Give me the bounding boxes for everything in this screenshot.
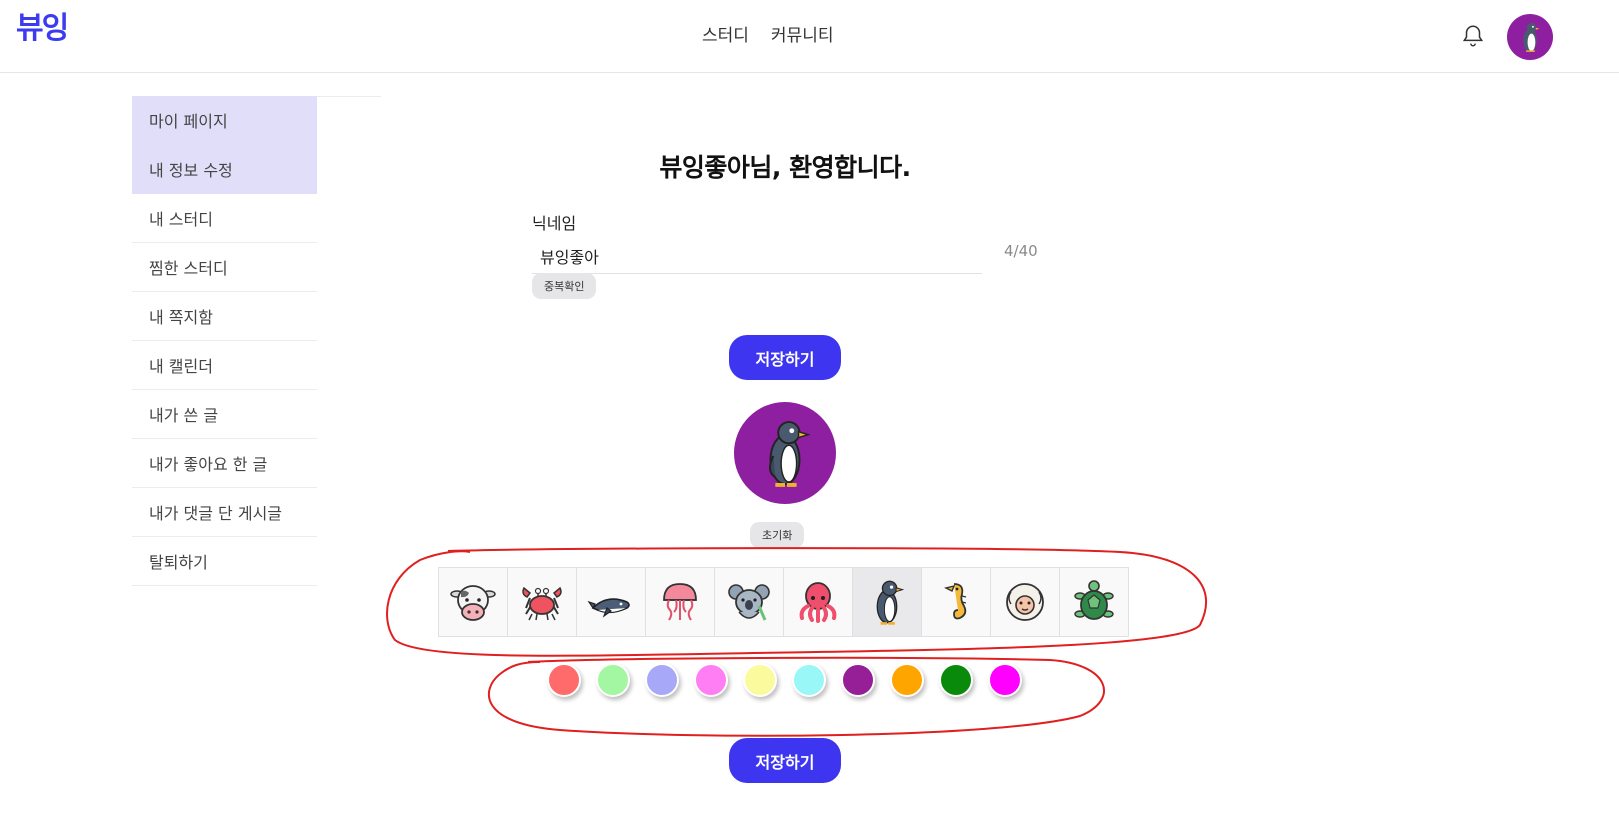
animal-option-crab[interactable] <box>508 568 577 637</box>
main-nav: 스터디 커뮤니티 <box>702 24 833 48</box>
sidebar-item-my-page[interactable]: 마이 페이지 <box>132 96 317 145</box>
color-swatch[interactable] <box>645 663 679 697</box>
color-swatch[interactable] <box>841 663 875 697</box>
sidebar-item-label: 마이 페이지 <box>149 112 228 131</box>
whale-icon <box>587 598 630 618</box>
color-swatch[interactable] <box>792 663 826 697</box>
save-nickname-button[interactable]: 저장하기 <box>729 335 841 380</box>
color-swatch[interactable] <box>890 663 924 697</box>
reset-avatar-button[interactable]: 초기화 <box>750 522 805 548</box>
sidebar-item-label: 내 쪽지함 <box>149 308 213 327</box>
animal-option-koala[interactable] <box>715 568 784 637</box>
color-swatch[interactable] <box>596 663 630 697</box>
divider <box>317 96 381 97</box>
sidebar-item-commented-posts[interactable]: 내가 댓글 단 게시글 <box>132 488 317 537</box>
sidebar-item-my-study[interactable]: 내 스터디 <box>132 194 317 243</box>
nickname-field[interactable] <box>532 238 982 274</box>
animal-option-penguin[interactable] <box>853 568 922 637</box>
color-swatch[interactable] <box>547 663 581 697</box>
color-swatch[interactable] <box>988 663 1022 697</box>
sidebar-item-calendar[interactable]: 내 캘린더 <box>132 341 317 390</box>
octopus-icon <box>799 582 837 623</box>
penguin-icon <box>769 421 811 487</box>
color-swatch[interactable] <box>743 663 777 697</box>
seahorse-icon <box>943 583 967 620</box>
koala-icon <box>728 584 770 621</box>
animal-option-jellyfish[interactable] <box>646 568 715 637</box>
sidebar-item-label: 탈퇴하기 <box>149 553 208 572</box>
sidebar-item-label: 내 스터디 <box>149 210 213 229</box>
animal-option-sheep[interactable] <box>991 568 1060 637</box>
sidebar-item-label: 내가 좋아요 한 글 <box>149 455 268 474</box>
sidebar-item-label: 내 캘린더 <box>149 357 213 376</box>
color-picker <box>547 663 1022 697</box>
sidebar: 마이 페이지 내 정보 수정 내 스터디 찜한 스터디 내 쪽지함 내 캘린더 … <box>132 96 317 586</box>
profile-avatar-preview <box>734 402 836 504</box>
sheep-icon <box>1006 583 1044 621</box>
duplicate-check-button[interactable]: 중복확인 <box>532 273 597 299</box>
animal-option-whale[interactable] <box>577 568 646 637</box>
jellyfish-icon <box>663 583 697 621</box>
penguin-icon <box>876 580 905 625</box>
sidebar-item-my-posts[interactable]: 내가 쓴 글 <box>132 390 317 439</box>
turtle-icon <box>1074 580 1114 620</box>
animal-option-octopus[interactable] <box>784 568 853 637</box>
sidebar-item-liked-posts[interactable]: 내가 좋아요 한 글 <box>132 439 317 488</box>
animal-option-turtle[interactable] <box>1060 568 1129 637</box>
avatar[interactable] <box>1507 14 1553 60</box>
sidebar-item-liked-study[interactable]: 찜한 스터디 <box>132 243 317 292</box>
sidebar-item-withdraw[interactable]: 탈퇴하기 <box>132 537 317 586</box>
nickname-char-count: 4/40 <box>1004 242 1038 260</box>
cow-icon <box>450 585 496 621</box>
sidebar-item-edit-profile[interactable]: 내 정보 수정 <box>132 145 317 194</box>
animal-picker <box>438 567 1129 637</box>
sidebar-item-label: 찜한 스터디 <box>149 259 228 278</box>
bell-icon[interactable] <box>1460 23 1486 49</box>
crab-icon <box>522 586 562 621</box>
sidebar-item-label: 내 정보 수정 <box>149 161 233 180</box>
color-swatch[interactable] <box>939 663 973 697</box>
sidebar-item-label: 내가 쓴 글 <box>149 406 219 425</box>
animal-option-seahorse[interactable] <box>922 568 991 637</box>
top-header: 뷰잉 스터디 커뮤니티 <box>0 0 1619 73</box>
nav-study[interactable]: 스터디 <box>702 24 749 48</box>
nav-community[interactable]: 커뮤니티 <box>771 24 834 48</box>
page-title: 뷰잉좋아님, 환영합니다. <box>659 153 911 182</box>
nickname-label: 닉네임 <box>532 214 577 233</box>
color-swatch[interactable] <box>694 663 728 697</box>
sidebar-item-messages[interactable]: 내 쪽지함 <box>132 292 317 341</box>
sidebar-item-label: 내가 댓글 단 게시글 <box>149 504 283 523</box>
animal-option-cow[interactable] <box>439 568 508 637</box>
logo[interactable]: 뷰잉 <box>16 12 69 46</box>
save-avatar-button[interactable]: 저장하기 <box>729 738 841 783</box>
